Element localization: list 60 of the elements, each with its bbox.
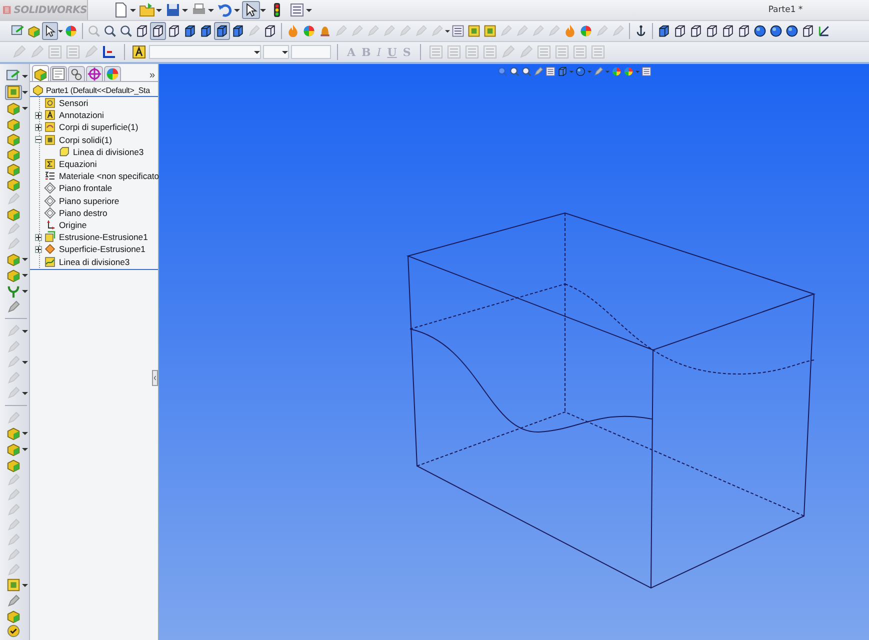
tree-item[interactable]: Piano destro <box>58 208 108 218</box>
sensor-icon <box>44 97 56 110</box>
zoom-icon[interactable] <box>521 66 532 77</box>
sphere-icon[interactable] <box>575 66 586 77</box>
panel-tab[interactable] <box>32 65 49 81</box>
color-wheel-icon[interactable] <box>611 66 622 77</box>
tree-item[interactable]: Corpi solidi(1) <box>58 134 114 145</box>
part-icon <box>32 84 44 96</box>
expand-toggle[interactable] <box>35 112 42 119</box>
plane-icon <box>44 206 56 219</box>
color-wheel-icon[interactable] <box>623 66 634 77</box>
color-wheel-icon <box>105 66 120 82</box>
sheet-icon <box>51 66 66 82</box>
tree-root-label[interactable]: Parte1 (Default<<Default>_Sta <box>46 86 150 94</box>
logo-icon <box>3 4 11 16</box>
pencil-icon[interactable] <box>593 66 604 77</box>
tree-item[interactable]: Linea di divisione3 <box>58 256 131 267</box>
size-dropdown[interactable] <box>263 45 289 59</box>
shaded-cube-icon[interactable] <box>557 66 568 77</box>
sigma-icon <box>44 158 56 170</box>
expand-toggle[interactable] <box>35 124 42 131</box>
logo-text: SOLIDWORKS <box>14 4 87 16</box>
folder-icon <box>44 121 56 134</box>
gears-icon <box>69 66 84 82</box>
line-width-field[interactable] <box>291 45 331 59</box>
collapse-toggle[interactable] <box>35 136 42 144</box>
collapse-handle-icon[interactable] <box>152 370 158 386</box>
panel-tab[interactable] <box>50 66 67 81</box>
folder-icon <box>44 134 56 146</box>
tree-item[interactable]: Estrusione-Estrusione1 <box>58 232 149 242</box>
panel-tab[interactable] <box>68 66 85 81</box>
more-tabs-button[interactable]: » <box>149 70 155 81</box>
letter-icon <box>44 109 56 122</box>
extrusion-icon <box>44 231 56 244</box>
tree-item[interactable]: Piano frontale <box>58 183 114 194</box>
expand-toggle[interactable] <box>35 234 42 241</box>
panel-tab[interactable] <box>86 66 103 81</box>
material-icon <box>44 170 56 182</box>
window-title: Parte1 * <box>767 5 804 15</box>
surface-icon <box>44 243 56 256</box>
letter-icon[interactable] <box>131 44 147 60</box>
tree-item[interactable]: Annotazioni <box>58 110 105 120</box>
tree-item[interactable]: Sensori <box>58 98 90 108</box>
tree-item[interactable]: Materiale <non specificato <box>58 171 160 182</box>
solid-body-icon <box>58 146 70 158</box>
zoom-icon[interactable] <box>509 66 520 77</box>
tree-item[interactable]: Equazioni <box>58 159 98 170</box>
plane-icon <box>44 182 56 194</box>
crosshair-icon <box>87 66 102 82</box>
tree-item[interactable]: Piano superiore <box>58 196 120 206</box>
list-icon[interactable] <box>545 66 556 77</box>
tree-item[interactable]: Origine <box>58 220 88 230</box>
tree-item[interactable]: Superficie-Estrusione1 <box>58 244 146 254</box>
expand-toggle[interactable] <box>35 246 42 253</box>
list-icon[interactable] <box>641 66 652 77</box>
plane-icon <box>44 194 56 207</box>
tree-item[interactable]: Linea di divisione3 <box>72 146 145 157</box>
origin-icon <box>44 218 56 231</box>
tree-item[interactable]: Corpi di superficie(1) <box>58 122 140 132</box>
panel-tab[interactable] <box>104 66 121 81</box>
